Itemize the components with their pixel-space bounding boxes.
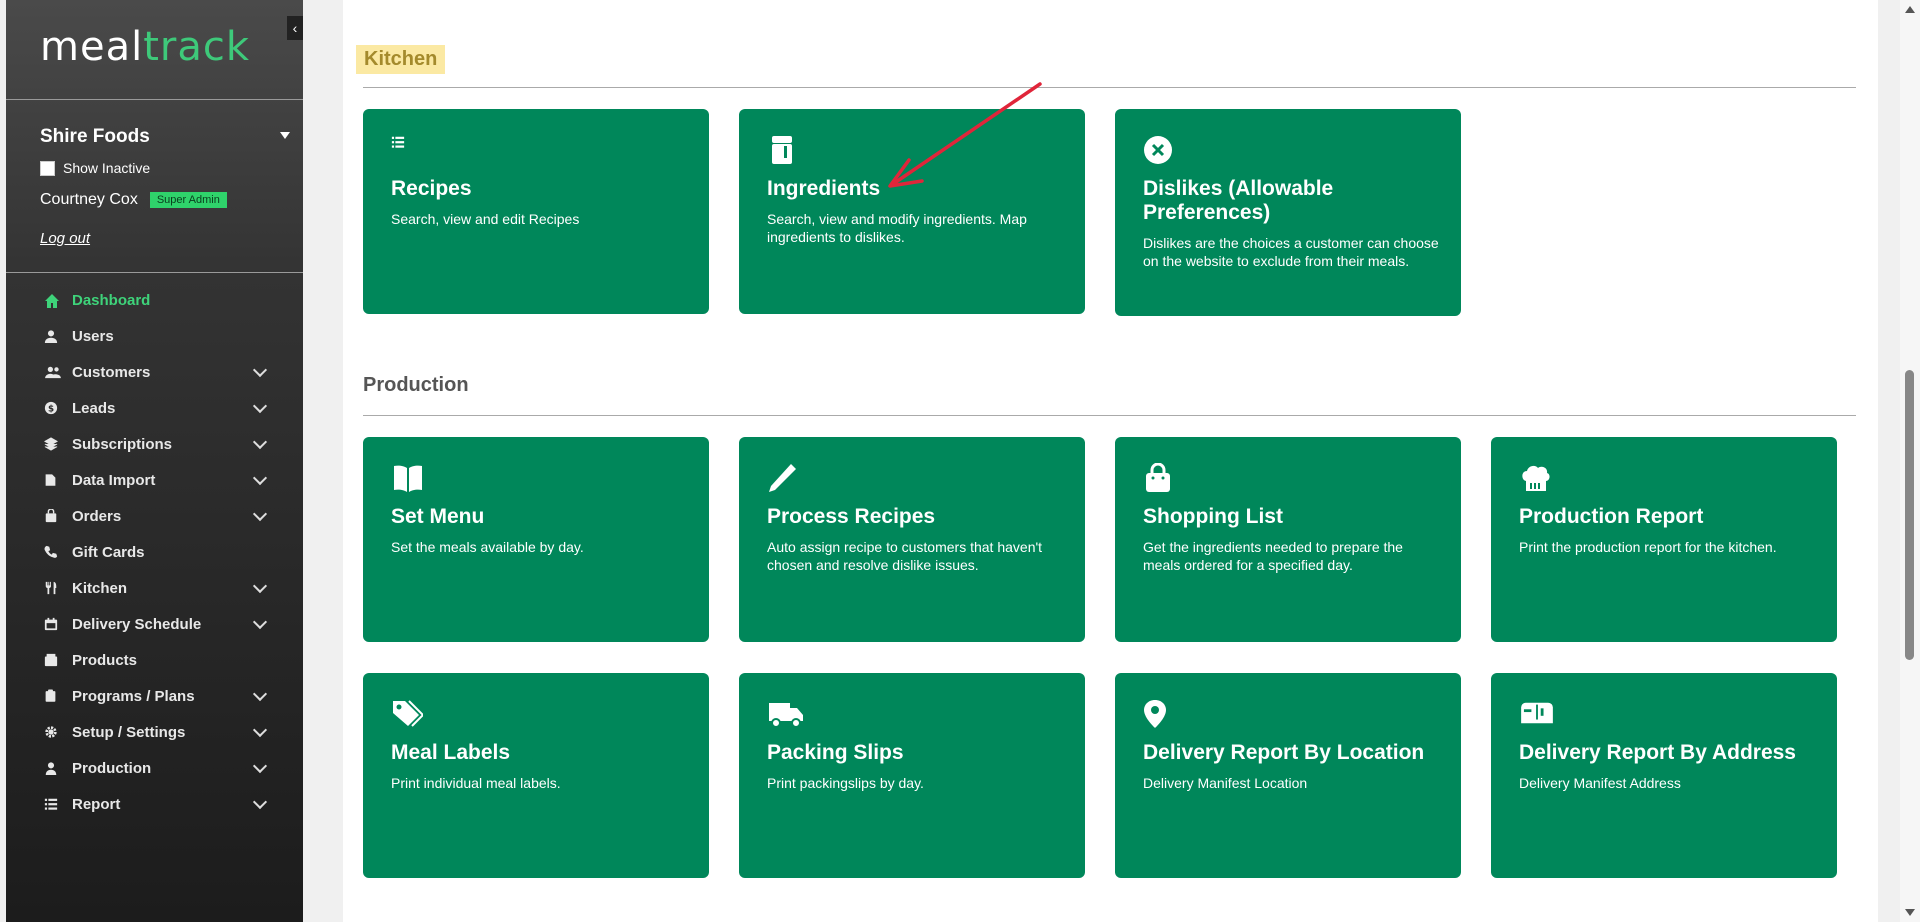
- gear-icon: [44, 725, 58, 739]
- org-name: Shire Foods: [40, 126, 150, 147]
- sidebar-item-label: Leads: [72, 399, 116, 417]
- logo-text-track: track: [143, 24, 250, 70]
- sidebar: mealtrack Shire Foods Show Inactive Cour…: [6, 0, 303, 922]
- sidebar-item-label: Users: [72, 327, 114, 345]
- scroll-down-icon[interactable]: [1905, 909, 1915, 916]
- calendar-icon: [44, 617, 58, 631]
- caret-down-icon: [280, 132, 290, 139]
- svg-text:$: $: [48, 405, 54, 415]
- sidebar-item-label: Gift Cards: [72, 543, 145, 561]
- sidebar-item-users[interactable]: Users: [6, 318, 303, 354]
- box-icon: [44, 653, 58, 667]
- sidebar-item-label: Customers: [72, 363, 151, 381]
- sidebar-item-gift-cards[interactable]: Gift Cards: [6, 534, 303, 570]
- logo-text-meal: meal: [40, 24, 144, 70]
- show-inactive-toggle[interactable]: Show Inactive: [40, 160, 150, 176]
- page-scrollbar[interactable]: [1900, 0, 1920, 922]
- layers-icon: [43, 437, 59, 451]
- file-icon: [44, 473, 58, 487]
- sidebar-item-label: Setup / Settings: [72, 723, 186, 741]
- annotation-arrow: [888, 82, 1042, 188]
- sidebar-item-setup-settings[interactable]: Setup / Settings: [6, 714, 303, 750]
- show-inactive-label: Show Inactive: [63, 160, 151, 176]
- scroll-thumb[interactable]: [1905, 370, 1914, 660]
- clipboard-icon: [44, 689, 58, 703]
- collapse-sidebar-button[interactable]: ‹: [287, 16, 303, 40]
- users-icon: [44, 365, 61, 379]
- chevron-down-icon[interactable]: [252, 614, 268, 630]
- sidebar-item-label: Products: [72, 651, 138, 669]
- sidebar-item-kitchen[interactable]: Kitchen: [6, 570, 303, 606]
- chevron-down-icon[interactable]: [252, 398, 268, 414]
- org-selector[interactable]: Shire Foods: [40, 126, 300, 148]
- chevron-down-icon[interactable]: [252, 362, 268, 378]
- sidebar-item-delivery-schedule[interactable]: Delivery Schedule: [6, 606, 303, 642]
- sidebar-item-label: Dashboard: [72, 291, 151, 309]
- sidebar-divider: [6, 99, 303, 100]
- sidebar-item-production[interactable]: Production: [6, 750, 303, 786]
- sidebar-divider: [6, 272, 303, 273]
- sidebar-item-label: Report: [72, 795, 121, 813]
- mealtrack-logo[interactable]: mealtrack: [40, 24, 250, 70]
- chevron-down-icon[interactable]: [252, 722, 268, 738]
- chevron-down-icon[interactable]: [252, 434, 268, 450]
- chevron-down-icon[interactable]: [252, 578, 268, 594]
- sidebar-item-label: Data Import: [72, 471, 156, 489]
- chevron-down-icon[interactable]: [252, 794, 268, 810]
- sidebar-item-products[interactable]: Products: [6, 642, 303, 678]
- sidebar-item-orders[interactable]: Orders: [6, 498, 303, 534]
- show-inactive-checkbox[interactable]: [40, 160, 55, 176]
- person-icon: [44, 761, 58, 775]
- chevron-down-icon[interactable]: [252, 686, 268, 702]
- logout-link[interactable]: Log out: [40, 230, 90, 247]
- utensils-icon: [44, 581, 58, 595]
- bag-icon: [44, 508, 58, 523]
- sidebar-item-label: Delivery Schedule: [72, 615, 202, 633]
- sidebar-item-data-import[interactable]: Data Import: [6, 462, 303, 498]
- home-icon: [44, 293, 59, 308]
- scroll-up-icon[interactable]: [1905, 6, 1915, 13]
- sidebar-item-label: Kitchen: [72, 579, 128, 597]
- sidebar-item-label: Production: [72, 759, 152, 777]
- chevron-down-icon[interactable]: [252, 470, 268, 486]
- user-icon: [44, 329, 58, 343]
- sidebar-item-report[interactable]: Report: [6, 786, 303, 822]
- chevron-down-icon[interactable]: [252, 758, 268, 774]
- list-icon: [44, 797, 58, 811]
- sidebar-item-subscriptions[interactable]: Subscriptions: [6, 426, 303, 462]
- sidebar-item-label: Programs / Plans: [72, 687, 195, 705]
- sidebar-item-customers[interactable]: Customers: [6, 354, 303, 390]
- sidebar-item-dashboard[interactable]: Dashboard: [6, 282, 303, 318]
- current-user: Courtney Cox Super Admin: [40, 191, 227, 209]
- dollar-icon: $: [44, 401, 58, 415]
- sidebar-item-label: Orders: [72, 507, 122, 525]
- role-badge: Super Admin: [149, 192, 227, 208]
- sidebar-nav: Dashboard Users Customers $ Leads Subscriptio…: [6, 282, 303, 822]
- main-content: Kitchen Production Recipes Search, view a…: [343, 0, 1878, 922]
- sidebar-item-label: Subscriptions: [72, 435, 173, 453]
- phone-icon: [44, 545, 58, 559]
- user-name: Courtney Cox: [40, 191, 138, 208]
- chevron-down-icon[interactable]: [252, 506, 268, 522]
- sidebar-item-programs-plans[interactable]: Programs / Plans: [6, 678, 303, 714]
- sidebar-item-leads[interactable]: $ Leads: [6, 390, 303, 426]
